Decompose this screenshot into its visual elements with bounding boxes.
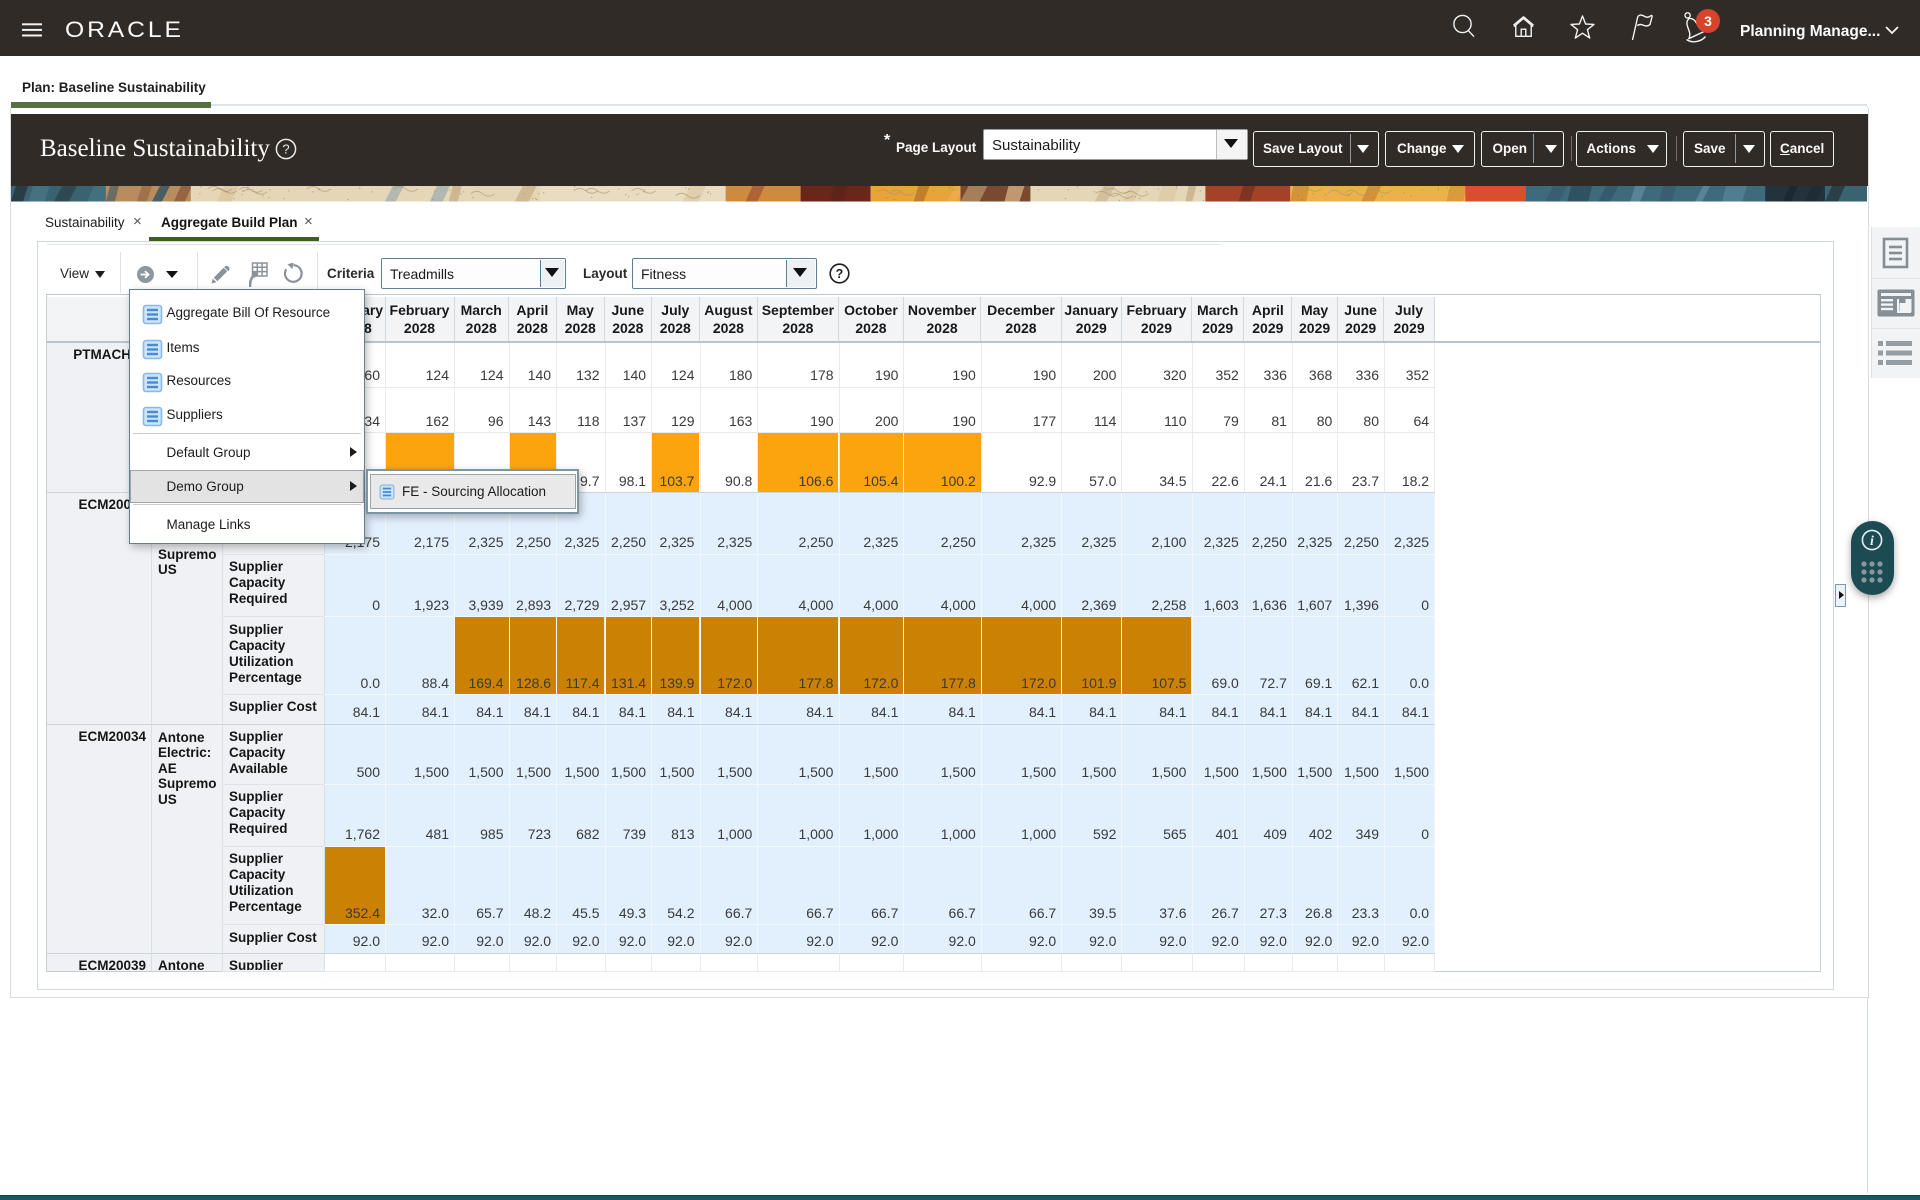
svg-text:?: ? <box>836 267 844 281</box>
svg-text:i: i <box>1870 534 1874 549</box>
svg-text:?: ? <box>282 142 289 157</box>
